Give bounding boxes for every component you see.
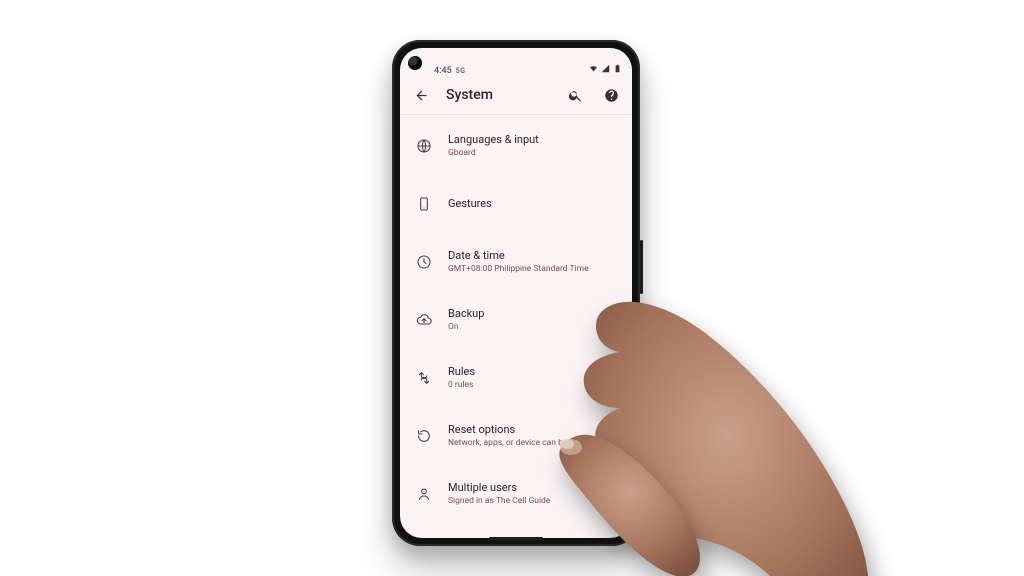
row-rules[interactable]: Rules 0 rules <box>400 349 632 407</box>
row-date-time[interactable]: Date & time GMT+08:00 Philippine Standar… <box>400 233 632 291</box>
help-icon <box>604 88 619 103</box>
row-subtitle: Gboard <box>448 148 539 159</box>
row-subtitle: Signed in as The Cell Guide <box>448 496 550 507</box>
back-button[interactable] <box>410 84 432 106</box>
row-title: Reset options <box>448 423 588 437</box>
row-title: Date & time <box>448 249 589 263</box>
row-subtitle: On <box>448 322 484 333</box>
status-network-label: 5G <box>456 67 466 75</box>
row-title: Gestures <box>448 197 492 211</box>
reset-icon <box>414 426 434 446</box>
row-title: Rules <box>448 365 475 379</box>
phone-frame: 4:45 5G System <box>392 40 640 546</box>
status-bar: 4:45 5G <box>400 48 632 78</box>
cloud-upload-icon <box>414 310 434 330</box>
person-icon <box>414 484 434 504</box>
gesture-icon <box>414 194 434 214</box>
signal-icon <box>601 64 610 76</box>
row-title: Backup <box>448 307 484 321</box>
home-indicator[interactable] <box>489 537 543 540</box>
row-subtitle: 0 rules <box>448 380 475 391</box>
wifi-icon <box>589 64 598 76</box>
row-system-update[interactable]: System update Update available <box>400 523 632 538</box>
row-backup[interactable]: Backup On <box>400 291 632 349</box>
search-button[interactable] <box>564 84 586 106</box>
arrow-left-icon <box>414 88 429 103</box>
globe-icon <box>414 136 434 156</box>
front-camera <box>408 56 422 70</box>
search-icon <box>568 88 583 103</box>
status-time: 4:45 <box>434 66 452 76</box>
phone-screen: 4:45 5G System <box>400 48 632 538</box>
settings-list: Languages & input Gboard Gestures Date &… <box>400 115 632 538</box>
battery-icon <box>613 64 622 76</box>
row-languages-input[interactable]: Languages & input Gboard <box>400 117 632 175</box>
row-subtitle: GMT+08:00 Philippine Standard Time <box>448 264 589 275</box>
row-title: Multiple users <box>448 481 550 495</box>
row-multiple-users[interactable]: Multiple users Signed in as The Cell Gui… <box>400 465 632 523</box>
help-button[interactable] <box>600 84 622 106</box>
rules-icon <box>414 368 434 388</box>
row-reset-options[interactable]: Reset options Network, apps, or device c… <box>400 407 632 465</box>
clock-icon <box>414 252 434 272</box>
row-gestures[interactable]: Gestures <box>400 175 632 233</box>
row-title: Languages & input <box>448 133 539 147</box>
app-bar: System <box>400 78 632 115</box>
row-subtitle: Network, apps, or device can be reset <box>448 438 588 449</box>
page-title: System <box>446 87 493 103</box>
